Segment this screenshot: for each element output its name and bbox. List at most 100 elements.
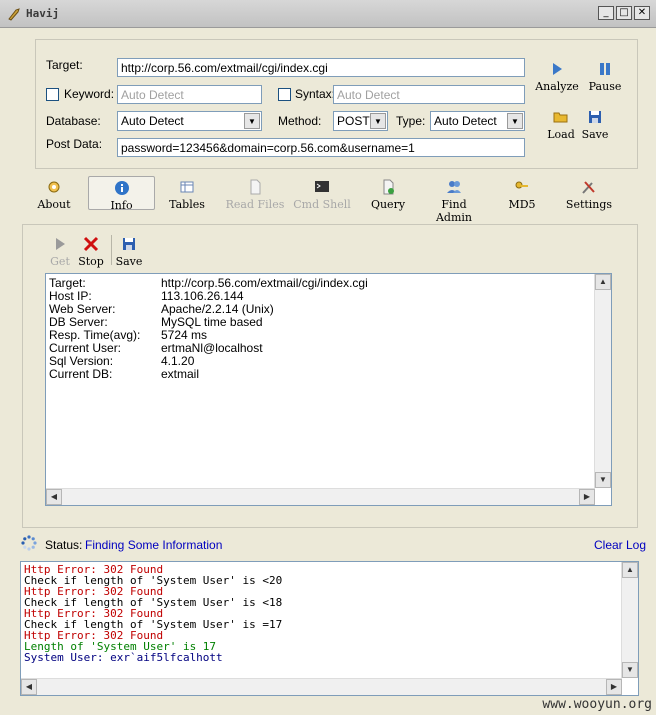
database-select[interactable]: Auto Detect ▼ (117, 111, 262, 131)
tab-cmd-shell[interactable]: Cmd Shell (292, 178, 352, 211)
window-title: Havij (26, 7, 60, 20)
tab-label: Cmd Shell (293, 198, 351, 211)
type-selected-value: Auto Detect (434, 114, 497, 128)
tab-label: MD5 (508, 198, 536, 211)
keyword-input[interactable]: Auto Detect (117, 85, 262, 104)
database-selected-value: Auto Detect (121, 114, 184, 128)
tab-tables[interactable]: Tables (167, 178, 207, 211)
tab-settings[interactable]: Settings (562, 178, 616, 211)
log-vertical-scrollbar[interactable]: ▲ ▼ (621, 562, 638, 678)
users-icon (447, 181, 461, 193)
target-label: Target: (46, 58, 83, 72)
scroll-up-icon[interactable]: ▲ (622, 562, 638, 578)
tab-label: Tables (169, 198, 205, 211)
stop-x-icon (83, 236, 99, 252)
tab-label: Find Admin (435, 198, 473, 224)
get-button[interactable]: Get (48, 235, 72, 268)
tab-md5[interactable]: MD5 (506, 178, 538, 211)
scroll-up-icon[interactable]: ▲ (595, 274, 611, 290)
minimize-button[interactable]: _ (598, 6, 614, 20)
scroll-down-icon[interactable]: ▼ (595, 472, 611, 488)
pause-button[interactable]: Pause (584, 60, 626, 93)
close-button[interactable]: ✕ (634, 6, 650, 20)
keyword-label: Keyword: (64, 87, 115, 101)
log-line: System User: exr`aif5lfcalhott (24, 651, 223, 664)
maximize-button[interactable]: □ (616, 6, 632, 20)
scroll-right-icon[interactable]: ▶ (579, 489, 595, 505)
main-area: Target: http://corp.56.com/extmail/cgi/i… (0, 28, 656, 715)
method-select[interactable]: POST ▼ (333, 111, 388, 131)
tab-query[interactable]: Query (370, 178, 406, 211)
watermark: www.wooyun.org (542, 697, 652, 712)
wrench-gear-icon (48, 181, 60, 193)
status-text: Finding Some Information (85, 538, 223, 552)
get-label: Get (50, 255, 70, 268)
chevron-down-icon: ▼ (507, 113, 523, 129)
chevron-down-icon: ▼ (244, 113, 260, 129)
stop-button[interactable]: Stop (76, 235, 106, 268)
tab-label: Query (370, 198, 406, 211)
pause-label: Pause (588, 80, 622, 93)
save-info-label: Save (115, 255, 143, 268)
window-controls: _ □ ✕ (598, 6, 650, 20)
info-horizontal-scrollbar[interactable]: ◀ ▶ (46, 488, 595, 505)
save-info-button[interactable]: Save (115, 235, 143, 268)
load-button[interactable]: Load (543, 108, 579, 141)
info-textbox[interactable]: Target: http://corp.56.com/extmail/cgi/in… (45, 273, 612, 506)
scroll-right-icon[interactable]: ▶ (606, 679, 622, 695)
syntax-checkbox[interactable] (278, 88, 291, 101)
floppy-disk-icon (123, 238, 135, 250)
analyze-label: Analyze (535, 80, 579, 93)
type-select[interactable]: Auto Detect ▼ (430, 111, 525, 131)
toolbar-divider (111, 235, 112, 265)
scroll-down-icon[interactable]: ▼ (622, 662, 638, 678)
query-icon (383, 179, 394, 195)
clear-log-link[interactable]: Clear Log (594, 538, 646, 552)
tab-label: Settings (565, 198, 613, 211)
pause-icon (600, 63, 610, 75)
folder-open-icon (553, 112, 568, 123)
type-label: Type: (396, 114, 426, 128)
play-icon (553, 63, 562, 75)
database-label: Database: (46, 114, 101, 128)
tab-find-admin[interactable]: Find Admin (422, 178, 486, 224)
target-input[interactable]: http://corp.56.com/extmail/cgi/index.cgi (117, 58, 525, 77)
tab-label: About (37, 198, 71, 211)
method-selected-value: POST (337, 114, 370, 128)
postdata-input[interactable]: password=123456&domain=corp.56.com&usern… (117, 138, 525, 157)
chevron-down-icon: ▼ (370, 113, 386, 129)
key-icon (515, 181, 528, 189)
target-panel: Target: http://corp.56.com/extmail/cgi/i… (35, 39, 638, 169)
tab-about[interactable]: About (32, 178, 76, 211)
info-row: Current DB: extmail (49, 367, 200, 381)
havij-app-icon (8, 8, 20, 21)
tools-icon (582, 181, 595, 194)
syntax-label: Syntax: (295, 87, 336, 101)
postdata-label: Post Data: (46, 137, 103, 151)
tab-info[interactable]: Info (88, 176, 155, 212)
stop-label: Stop (78, 255, 104, 268)
log-horizontal-scrollbar[interactable]: ◀ ▶ (21, 678, 622, 695)
scroll-left-icon[interactable]: ◀ (46, 489, 62, 505)
document-icon (250, 179, 261, 195)
syntax-input[interactable]: Auto Detect (333, 85, 525, 104)
tab-toolbar: About Info Tables Read Files Cmd Shell Q… (20, 176, 638, 224)
save-file-label: Save (581, 128, 609, 141)
status-label: Status: (45, 538, 83, 552)
info-icon (114, 181, 129, 195)
terminal-icon (315, 181, 329, 192)
title-bar: Havij _ □ ✕ (0, 0, 656, 28)
tab-read-files[interactable]: Read Files (221, 178, 289, 211)
play-icon (56, 238, 65, 250)
analyze-button[interactable]: Analyze (532, 60, 582, 93)
info-vertical-scrollbar[interactable]: ▲ ▼ (594, 274, 611, 488)
loading-spinner-icon (21, 535, 37, 551)
log-textbox[interactable]: Http Error: 302 Found Check if length of… (20, 561, 639, 696)
method-label: Method: (278, 114, 322, 128)
keyword-checkbox[interactable] (46, 88, 59, 101)
scroll-left-icon[interactable]: ◀ (21, 679, 37, 695)
save-file-button[interactable]: Save (577, 108, 613, 141)
table-icon (180, 181, 194, 193)
tab-label: Info (110, 199, 133, 212)
load-label: Load (547, 128, 575, 141)
